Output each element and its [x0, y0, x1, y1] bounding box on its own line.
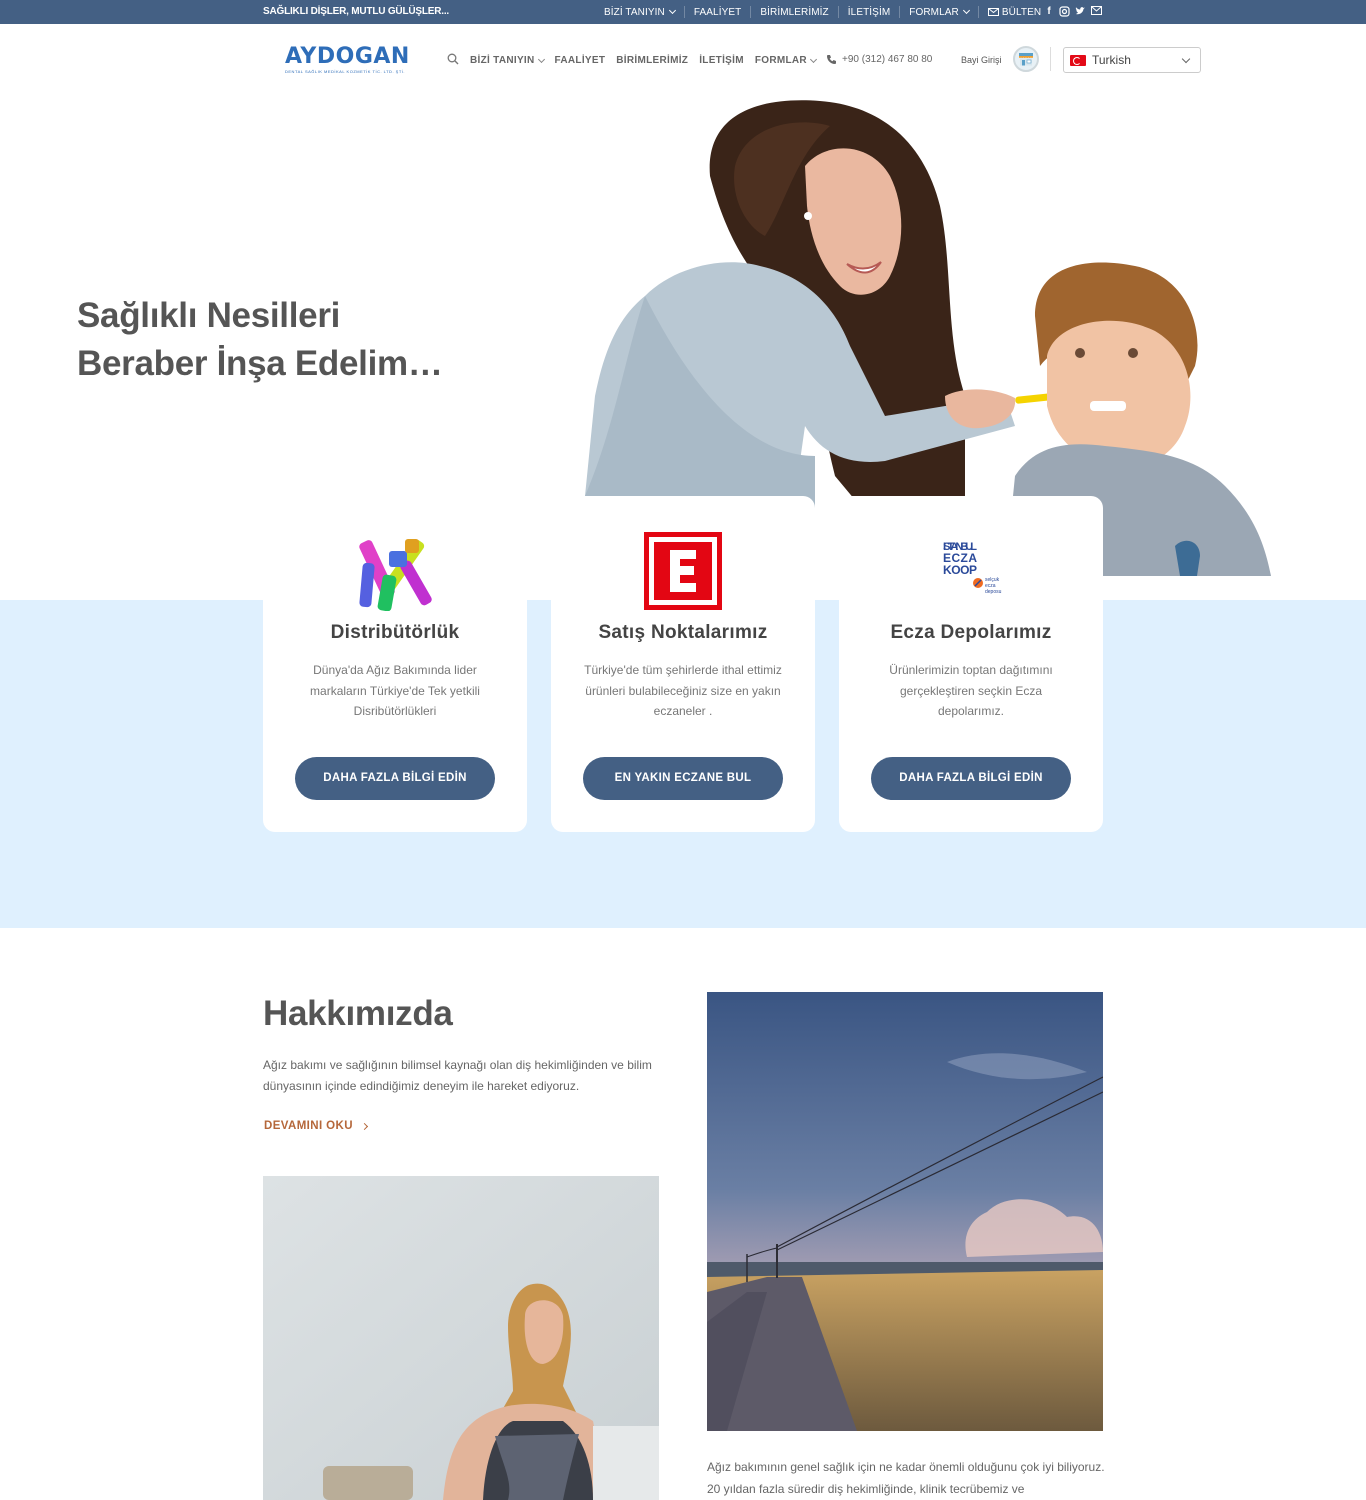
- phone-number: +90 (312) 467 80 80: [842, 54, 933, 65]
- twitter-icon[interactable]: [1075, 6, 1086, 16]
- service-card-satis-noktalari: Satış Noktalarımız Türkiye'de tüm şehirl…: [551, 496, 815, 832]
- topnav-item-birimlerimiz[interactable]: BİRİMLERİMİZ: [750, 6, 837, 18]
- social-links: f: [1044, 6, 1102, 17]
- topnav-item-bulten[interactable]: BÜLTEN: [977, 6, 1050, 18]
- envelope-icon: [987, 8, 999, 16]
- phone-icon: [827, 55, 836, 64]
- service-title: Satış Noktalarımız: [598, 622, 768, 643]
- chevron-down-icon: [809, 55, 817, 63]
- topnav-item-formlar[interactable]: FORMLAR: [899, 6, 978, 18]
- svg-text:KOOP: KOOP: [943, 563, 977, 577]
- facebook-icon[interactable]: f: [1044, 6, 1054, 17]
- service-card-distributorluk: Distribütörlük Dünya'da Ağız Bakımında l…: [263, 496, 527, 832]
- read-more-link[interactable]: DEVAMINI OKU: [264, 1120, 368, 1132]
- header-divider: [1050, 47, 1051, 71]
- topnav-item-iletisim[interactable]: İLETİŞİM: [837, 6, 899, 18]
- about-title: Hakkımızda: [263, 994, 453, 1033]
- service-text: Ürünlerimizin toptan dağıtımını gerçekle…: [889, 663, 1053, 718]
- chevron-down-icon: [668, 6, 676, 15]
- hero-title: Sağlıklı Nesilleri Beraber İnşa Edelim…: [77, 296, 443, 383]
- nav-item-faaliyet[interactable]: FAALİYET: [555, 55, 606, 66]
- service-text: Dünya'da Ağız Bakımında lider markaların…: [310, 663, 480, 718]
- top-bar: SAĞLIKLI DİŞLER, MUTLU GÜLÜŞLER... BİZİ …: [0, 0, 1366, 24]
- nav-item-iletisim[interactable]: İLETİŞİM: [699, 55, 744, 66]
- service-card-ecza-depolari: ISTANBUL ECZA KOOP selçuk ecza deposu Ec…: [839, 496, 1103, 832]
- more-info-button[interactable]: DAHA FAZLA BİLGİ EDİN: [871, 757, 1071, 800]
- more-info-button[interactable]: DAHA FAZLA BİLGİ EDİN: [295, 757, 495, 800]
- language-value: Turkish: [1092, 53, 1131, 67]
- topnav-item-faaliyet[interactable]: FAALİYET: [683, 6, 751, 18]
- store-icon[interactable]: [1013, 46, 1039, 72]
- main-nav: BİZİ TANIYIN FAALİYET BİRİMLERİMİZ İLETİ…: [470, 55, 827, 66]
- nav-item-bizi-taniyin[interactable]: BİZİ TANIYIN: [470, 55, 545, 66]
- tagline: SAĞLIKLI DİŞLER, MUTLU GÜLÜŞLER...: [263, 6, 449, 17]
- nav-item-formlar[interactable]: FORMLAR: [755, 55, 817, 66]
- service-text: Türkiye'de tüm şehirlerde ithal ettimiz …: [584, 663, 782, 718]
- photo-road-sunset: [707, 992, 1103, 1431]
- site-logo[interactable]: AYDOGAN DENTAL SAĞLIK MEDİKAL KOZMETİK T…: [285, 44, 410, 75]
- chevron-down-icon: [962, 6, 970, 15]
- logo-title: AYDOGAN: [285, 44, 410, 69]
- pharmacy-e-icon: [644, 532, 722, 610]
- service-title: Distribütörlük: [330, 622, 460, 643]
- language-select[interactable]: Turkish: [1063, 47, 1201, 73]
- service-title: Ecza Depolarımız: [890, 622, 1052, 643]
- email-icon[interactable]: [1091, 6, 1102, 15]
- dealer-login-link[interactable]: Bayi Girişi: [961, 55, 1002, 65]
- find-pharmacy-button[interactable]: EN YAKIN ECZANE BUL: [583, 757, 783, 800]
- toothbrushes-icon: [359, 539, 432, 611]
- svg-text:deposu: deposu: [985, 589, 1002, 595]
- site-header: AYDOGAN DENTAL SAĞLIK MEDİKAL KOZMETİK T…: [0, 24, 1366, 96]
- chevron-down-icon: [1181, 54, 1191, 64]
- turkey-flag-icon: [1070, 54, 1086, 66]
- about-text-2: Ağız bakımının genel sağlık için ne kada…: [707, 1460, 1105, 1496]
- about-text: Ağız bakımı ve sağlığının bilimsel kayna…: [263, 1058, 652, 1093]
- chevron-down-icon: [537, 55, 545, 63]
- nav-item-birimlerimiz[interactable]: BİRİMLERİMİZ: [616, 55, 688, 66]
- photo-woman-laptop: [263, 1176, 659, 1500]
- chevron-right-icon: [360, 1122, 368, 1130]
- instagram-icon[interactable]: [1059, 6, 1070, 17]
- phone-link[interactable]: +90 (312) 467 80 80: [826, 54, 932, 65]
- search-icon[interactable]: [447, 53, 459, 65]
- istanbul-ecza-koop-logo: ISTANBUL ECZA KOOP selçuk ecza deposu: [943, 541, 1002, 595]
- topnav-item-bizi-taniyin[interactable]: BİZİ TANIYIN: [604, 6, 684, 18]
- top-nav: BİZİ TANIYIN FAALİYET BİRİMLERİMİZ İLETİ…: [604, 0, 1050, 24]
- logo-subtitle: DENTAL SAĞLIK MEDİKAL KOZMETİK TİC. LTD.…: [285, 69, 405, 74]
